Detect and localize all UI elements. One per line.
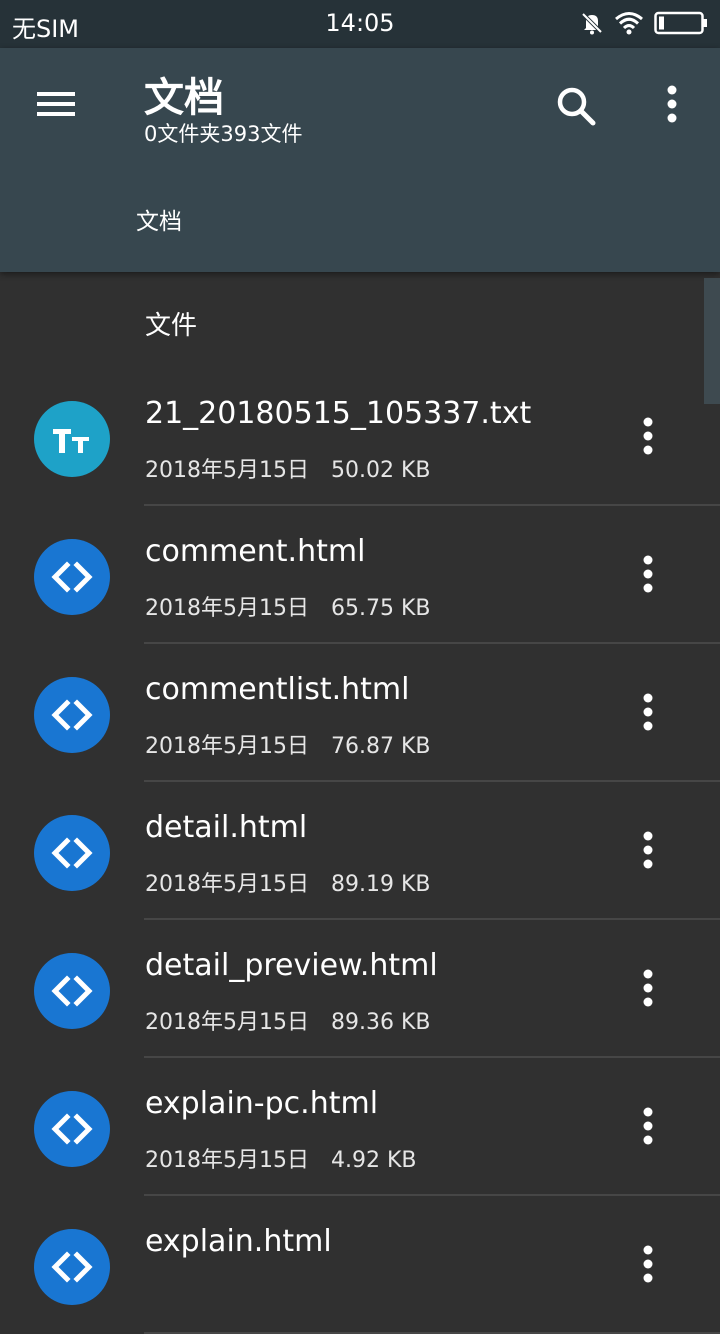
file-size: 4.92 KB	[330, 1148, 417, 1173]
file-name: detail_preview.html	[145, 948, 438, 983]
file-name: explain.html	[145, 1224, 332, 1259]
file-meta	[145, 1280, 167, 1305]
more-vert-icon	[643, 831, 653, 869]
file-name: commentlist.html	[145, 672, 410, 707]
more-vert-icon	[643, 969, 653, 1007]
page-title: 文档	[144, 75, 224, 121]
more-vert-icon	[643, 693, 653, 731]
file-meta: 2018年5月15日 65.75 KB	[145, 590, 430, 622]
file-overflow-button[interactable]	[626, 826, 670, 874]
search-button[interactable]	[548, 78, 604, 134]
file-size: 76.87 KB	[330, 734, 431, 759]
file-name: comment.html	[145, 534, 366, 569]
file-size: 89.19 KB	[330, 872, 431, 897]
code-file-icon	[34, 539, 110, 615]
file-overflow-button[interactable]	[626, 412, 670, 460]
code-file-icon	[34, 1229, 110, 1305]
file-list-item[interactable]: 21_20180515_105337.txt 2018年5月15日 50.02 KB	[0, 368, 720, 506]
file-overflow-button[interactable]	[626, 964, 670, 1012]
file-meta: 2018年5月15日 89.36 KB	[145, 1004, 430, 1036]
file-name: 21_20180515_105337.txt	[145, 396, 532, 431]
more-vert-icon	[643, 1107, 653, 1145]
file-size: 50.02 KB	[330, 458, 431, 483]
file-meta: 2018年5月15日 50.02 KB	[145, 452, 430, 484]
code-file-icon	[34, 1091, 110, 1167]
more-vert-icon	[643, 555, 653, 593]
file-list-item[interactable]: commentlist.html 2018年5月15日 76.87 KB	[0, 644, 720, 782]
app-bar: 文档 0文件夹393文件 文档	[0, 48, 720, 272]
file-list-item[interactable]: comment.html 2018年5月15日 65.75 KB	[0, 506, 720, 644]
file-date: 2018年5月15日	[145, 734, 309, 759]
file-overflow-button[interactable]	[626, 1240, 670, 1288]
text-file-icon	[34, 401, 110, 477]
file-size: 65.75 KB	[330, 596, 431, 621]
file-date: 2018年5月15日	[145, 1148, 309, 1173]
file-date: 2018年5月15日	[145, 458, 309, 483]
menu-icon	[37, 92, 75, 116]
more-vert-icon	[643, 417, 653, 455]
file-overflow-button[interactable]	[626, 550, 670, 598]
file-date: 2018年5月15日	[145, 1010, 309, 1035]
wifi-icon	[615, 12, 643, 35]
file-list-item[interactable]: explain-pc.html 2018年5月15日 4.92 KB	[0, 1058, 720, 1196]
file-list-item[interactable]: detail_preview.html 2018年5月15日 89.36 KB	[0, 920, 720, 1058]
bell-off-icon	[581, 12, 603, 35]
breadcrumb-item-documents[interactable]: 文档	[136, 202, 182, 236]
more-vert-icon	[643, 1245, 653, 1283]
file-list-item[interactable]: explain.html	[0, 1196, 720, 1334]
status-bar: 无SIM 14:05	[0, 0, 720, 48]
file-date: 2018年5月15日	[145, 596, 309, 621]
status-icons	[580, 10, 708, 36]
code-file-icon	[34, 677, 110, 753]
page-subtitle: 0文件夹393文件	[144, 122, 303, 146]
file-meta: 2018年5月15日 89.19 KB	[145, 866, 430, 898]
section-header-files: 文件	[145, 311, 198, 341]
overflow-menu-button[interactable]	[646, 78, 698, 134]
battery-icon	[654, 11, 707, 35]
more-vert-icon	[667, 85, 677, 123]
file-list-item[interactable]: detail.html 2018年5月15日 89.19 KB	[0, 782, 720, 920]
file-size: 89.36 KB	[330, 1010, 431, 1035]
file-name: explain-pc.html	[145, 1086, 379, 1121]
file-meta: 2018年5月15日 76.87 KB	[145, 728, 430, 760]
file-date: 2018年5月15日	[145, 872, 309, 897]
code-file-icon	[34, 815, 110, 891]
file-overflow-button[interactable]	[626, 1102, 670, 1150]
search-icon	[557, 87, 596, 126]
file-overflow-button[interactable]	[626, 688, 670, 736]
menu-button[interactable]	[24, 76, 88, 132]
code-file-icon	[34, 953, 110, 1029]
file-name: detail.html	[145, 810, 308, 845]
file-list: 21_20180515_105337.txt 2018年5月15日 50.02 KB…	[0, 368, 720, 1334]
file-meta: 2018年5月15日 4.92 KB	[145, 1142, 416, 1174]
